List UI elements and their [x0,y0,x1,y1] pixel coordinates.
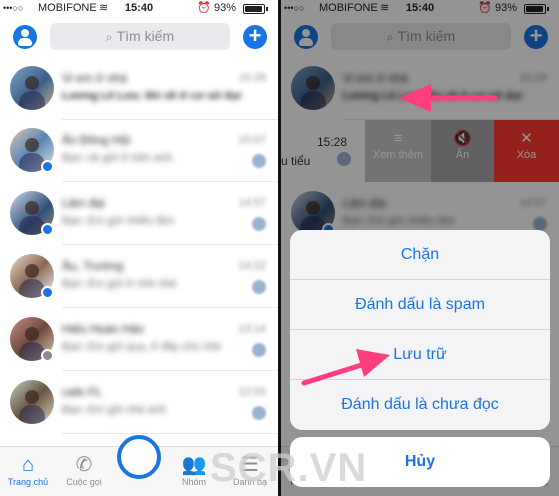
battery-fill [245,6,262,12]
search-header: ⌕ Tìm kiếm + [0,20,278,54]
seen-avatar [252,406,266,420]
messenger-badge-icon [41,286,54,299]
seen-avatar [252,154,266,168]
conversation-name: Hiếu Hoàn Hảo [62,322,145,335]
conversation-preview: Lương Lê Lưu: lên về ở cơ sở dụng... [62,90,242,102]
compose-plus-icon[interactable]: + [243,25,267,49]
seen-avatar [252,280,266,294]
profile-icon[interactable] [13,25,37,49]
list-item[interactable]: Vi em ở nhà Lương Lê Lưu: lên về ở cơ sở… [0,58,278,120]
conversation-name: cafe FL [62,385,103,398]
mark-unread-button[interactable]: Đánh dấu là chưa đọc [290,380,550,430]
conversation-preview: Bạn: Em gửi ở nhé nhé [62,278,177,290]
battery-icon [243,4,268,14]
search-placeholder: Tìm kiếm [116,28,175,44]
home-icon: ⌂ [21,454,35,476]
search-icon: ⌕ [105,30,113,44]
conversation-name: Vi em ở nhà [62,71,128,84]
block-button[interactable]: Chặn [290,230,550,280]
facebook-badge-icon [41,349,54,362]
conversation-preview: Bạn: Em gửi qua, ở đây cho nhé [62,341,221,353]
list-item[interactable]: Hiếu Hoàn Hảo Bạn: Em gửi qua, ở đây cho… [0,309,278,371]
conversation-date: 14:57 [238,197,266,209]
phone-icon: ✆ [75,454,93,476]
mark-spam-button[interactable]: Đánh dấu là spam [290,280,550,330]
camera-capture-button[interactable] [117,435,161,479]
list-item[interactable]: Lâm đại Bạn: Em gửi nhiều lắm 14:57 [0,183,278,245]
avatar [10,66,54,110]
conversation-name: Âu, Trường [62,259,124,272]
tab-label: Trang chủ [7,477,49,487]
list-item[interactable]: Ân Đông Hội Bạn: ok gửi ở trên anh. 15:0… [0,120,278,182]
messenger-badge-icon [41,160,54,173]
search-input[interactable]: ⌕ Tìm kiếm [50,23,230,50]
tab-calls[interactable]: ✆ Cuộc gọi [56,453,112,487]
battery-percent: 93% [214,2,237,14]
phone-screen-right: •••○○ MOBIFONE ≋ 15:40 ⏰ 93% ⌕ Tìm kiếm +… [281,0,559,496]
list-item[interactable]: Âu, Trường Bạn: Em gửi ở nhé nhé 14:22 [0,246,278,308]
avatar [10,380,54,424]
conversation-name: Lâm đại [62,196,105,209]
conversation-preview: Bạn: Em gửi nhé anh [62,404,166,416]
action-sheet: Chặn Đánh dấu là spam Lưu trữ Đánh dấu l… [290,230,550,430]
conversation-date: 14:22 [238,260,266,272]
stage: •••○○ MOBIFONE ≋ 15:40 ⏰ 93% ⌕ Tìm kiếm +… [0,0,559,496]
conversation-date: 12:03 [238,386,266,398]
tab-label: Nhóm [181,477,206,487]
conversation-preview: Bạn: ok gửi ở trên anh. [62,152,176,164]
seen-avatar [252,343,266,357]
alarm-icon: ⏰ [197,2,211,14]
conversation-date: 15:28 [238,72,266,84]
conversation-date: 13:14 [238,323,266,335]
list-item[interactable]: cafe FL Bạn: Em gửi nhé anh 12:03 [0,372,278,434]
seen-avatar [252,217,266,231]
phone-screen-left: •••○○ MOBIFONE ≋ 15:40 ⏰ 93% ⌕ Tìm kiếm +… [0,0,278,496]
status-bar: •••○○ MOBIFONE ≋ 15:40 ⏰ 93% [0,0,278,17]
archive-button[interactable]: Lưu trữ [290,330,550,380]
conversation-date: 15:07 [238,134,266,146]
watermark: SCR.VN [210,446,368,490]
conversation-preview: Bạn: Em gửi nhiều lắm [62,215,174,227]
tab-home[interactable]: ⌂ Trang chủ [0,453,56,487]
conversation-name: Ân Đông Hội [62,133,131,146]
tab-label: Cuộc gọi [66,477,102,487]
messenger-badge-icon [41,223,54,236]
clock: 15:40 [124,2,154,14]
